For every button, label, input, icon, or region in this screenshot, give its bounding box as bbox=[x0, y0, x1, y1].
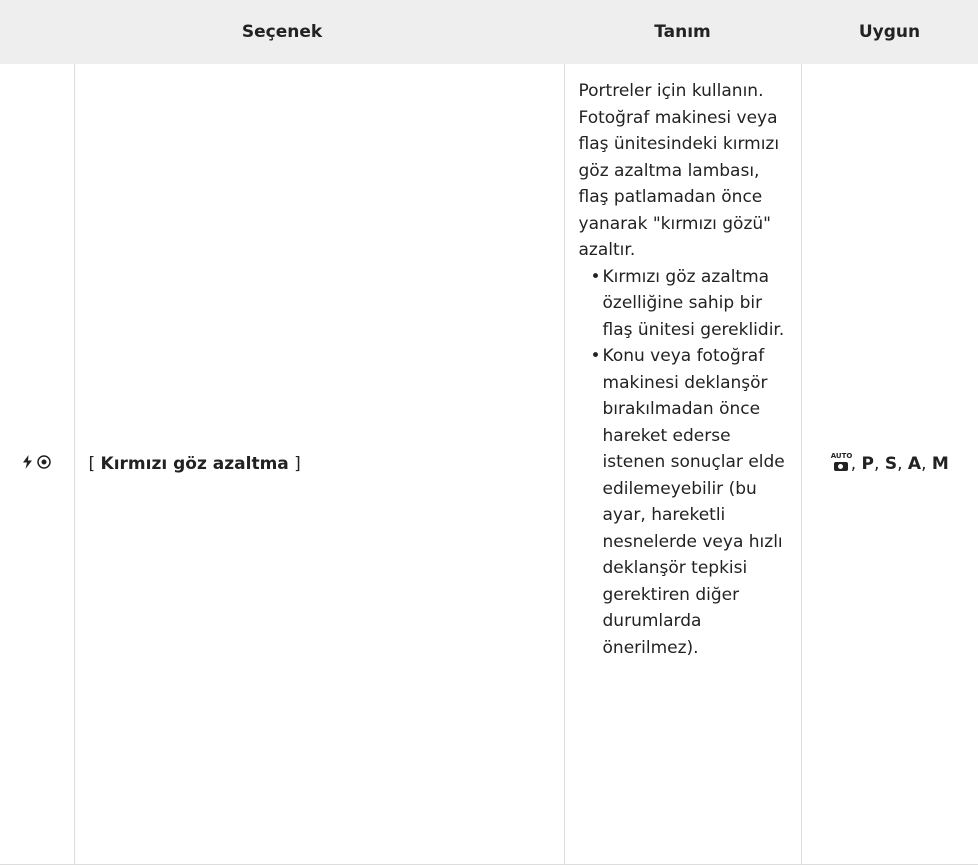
eye-icon bbox=[37, 455, 51, 469]
option-name-cell: [ Kırmızı göz azaltma ] bbox=[74, 64, 565, 865]
option-bracket-close: ] bbox=[288, 453, 301, 474]
option-bracket-open: [ bbox=[88, 453, 101, 474]
table-header-row: Seçenek Tanım Uygun bbox=[0, 0, 978, 64]
header-description: Tanım bbox=[564, 0, 802, 64]
flash-red-eye-icon bbox=[22, 454, 52, 469]
mode-s: S bbox=[884, 453, 898, 474]
flash-icon bbox=[22, 454, 32, 469]
list-item: Konu veya fotoğraf makinesi deklanşör bı… bbox=[591, 343, 787, 661]
mode-separator: , bbox=[897, 453, 903, 474]
mode-p: P bbox=[861, 453, 875, 474]
mode-separator: , bbox=[921, 453, 927, 474]
options-table: Seçenek Tanım Uygun [ Kırmızı göz azaltm… bbox=[0, 0, 978, 865]
header-available: Uygun bbox=[801, 0, 978, 64]
option-icon-cell bbox=[0, 64, 75, 865]
mode-a: A bbox=[907, 453, 922, 474]
available-modes-cell: AUTO, P, S, A, M bbox=[801, 64, 978, 865]
list-item: Kırmızı göz azaltma özelliğine sahip bir… bbox=[591, 264, 787, 344]
option-description-cell: Portreler için kullanın. Fotoğraf makine… bbox=[564, 64, 802, 865]
description-text: Portreler için kullanın. Fotoğraf makine… bbox=[578, 81, 780, 260]
mode-m: M bbox=[931, 453, 949, 474]
auto-mode-icon: AUTO bbox=[831, 452, 852, 471]
header-option: Seçenek bbox=[0, 0, 565, 64]
table-row: [ Kırmızı göz azaltma ] Portreler için k… bbox=[0, 64, 978, 865]
description-bullets: Kırmızı göz azaltma özelliğine sahip bir… bbox=[579, 264, 787, 662]
mode-separator: , bbox=[874, 453, 880, 474]
option-name: Kırmızı göz azaltma bbox=[100, 453, 289, 474]
